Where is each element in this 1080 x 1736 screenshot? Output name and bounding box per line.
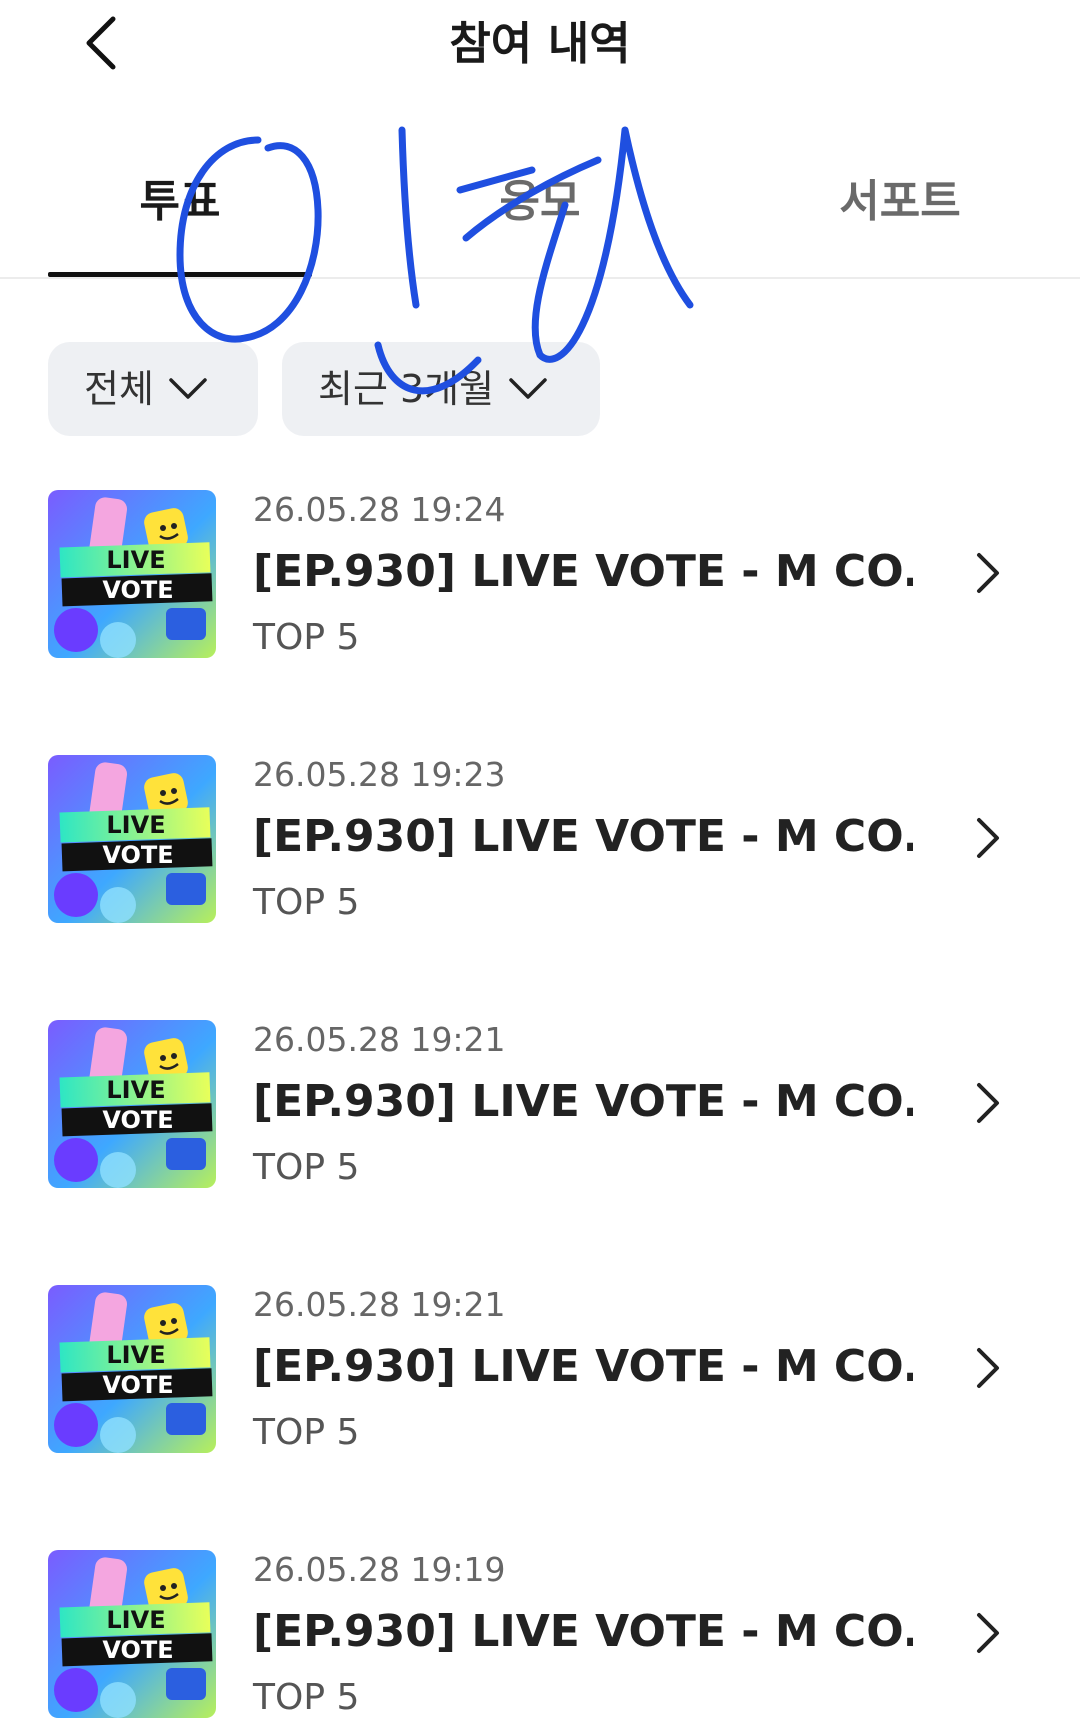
live-vote-thumbnail: LIVE VOTE xyxy=(48,1285,216,1453)
thumbnail-text-vote: VOTE xyxy=(102,1371,173,1399)
tab-divider xyxy=(0,277,1080,279)
thumbnail-text-live: LIVE xyxy=(106,1341,165,1369)
item-title: [EP.930] LIVE VOTE - M CO... xyxy=(253,546,913,597)
thumbnail-text-vote: VOTE xyxy=(102,1636,173,1664)
thumbnail-text-vote: VOTE xyxy=(102,1106,173,1134)
item-title: [EP.930] LIVE VOTE - M CO... xyxy=(253,811,913,862)
screen: 참여 내역 투표 응모 서포트 전체 최근 3개월 LIVE VOTE 26.0… xyxy=(0,0,1080,1736)
chevron-right-icon xyxy=(968,548,1008,598)
item-subtitle: TOP 5 xyxy=(253,1412,360,1453)
chevron-right-icon xyxy=(968,1608,1008,1658)
category-filter-label: 전체 xyxy=(84,367,154,411)
list-item[interactable]: LIVE VOTE 26.05.28 19:21 [EP.930] LIVE V… xyxy=(0,1285,1080,1455)
item-date: 26.05.28 19:19 xyxy=(253,1550,506,1589)
list-item[interactable]: LIVE VOTE 26.05.28 19:23 [EP.930] LIVE V… xyxy=(0,755,1080,925)
thumbnail-text-live: LIVE xyxy=(106,811,165,839)
item-title: [EP.930] LIVE VOTE - M CO... xyxy=(253,1606,913,1657)
item-title: [EP.930] LIVE VOTE - M CO... xyxy=(253,1076,913,1127)
item-date: 26.05.28 19:23 xyxy=(253,755,506,794)
chevron-down-icon xyxy=(168,377,208,401)
list-item[interactable]: LIVE VOTE 26.05.28 19:21 [EP.930] LIVE V… xyxy=(0,1020,1080,1190)
tab-apply[interactable]: 응모 xyxy=(400,172,680,232)
live-vote-thumbnail: LIVE VOTE xyxy=(48,490,216,658)
item-title: [EP.930] LIVE VOTE - M CO... xyxy=(253,1341,913,1392)
thumbnail-text-live: LIVE xyxy=(106,1076,165,1104)
item-subtitle: TOP 5 xyxy=(253,1147,360,1188)
live-vote-thumbnail: LIVE VOTE xyxy=(48,1020,216,1188)
tab-bar: 투표 응모 서포트 xyxy=(0,160,1080,280)
thumbnail-text-vote: VOTE xyxy=(102,841,173,869)
thumbnail-text-live: LIVE xyxy=(106,1606,165,1634)
item-date: 26.05.28 19:24 xyxy=(253,490,506,529)
period-filter-dropdown[interactable]: 최근 3개월 xyxy=(282,342,600,436)
category-filter-dropdown[interactable]: 전체 xyxy=(48,342,258,436)
item-date: 26.05.28 19:21 xyxy=(253,1020,506,1059)
tab-support[interactable]: 서포트 xyxy=(760,172,1040,232)
list-item[interactable]: LIVE VOTE 26.05.28 19:19 [EP.930] LIVE V… xyxy=(0,1550,1080,1720)
item-date: 26.05.28 19:21 xyxy=(253,1285,506,1324)
thumbnail-text-live: LIVE xyxy=(106,546,165,574)
period-filter-label: 최근 3개월 xyxy=(318,367,495,411)
thumbnail-text-vote: VOTE xyxy=(102,576,173,604)
chevron-down-icon xyxy=(508,377,548,401)
live-vote-thumbnail: LIVE VOTE xyxy=(48,755,216,923)
page-title: 참여 내역 xyxy=(449,17,631,70)
chevron-right-icon xyxy=(968,1078,1008,1128)
chevron-right-icon xyxy=(968,1343,1008,1393)
item-subtitle: TOP 5 xyxy=(253,617,360,658)
item-subtitle: TOP 5 xyxy=(253,882,360,923)
tab-vote[interactable]: 투표 xyxy=(48,172,312,232)
live-vote-thumbnail: LIVE VOTE xyxy=(48,1550,216,1718)
list-item[interactable]: LIVE VOTE 26.05.28 19:24 [EP.930] LIVE V… xyxy=(0,490,1080,660)
chevron-right-icon xyxy=(968,813,1008,863)
item-subtitle: TOP 5 xyxy=(253,1677,360,1718)
